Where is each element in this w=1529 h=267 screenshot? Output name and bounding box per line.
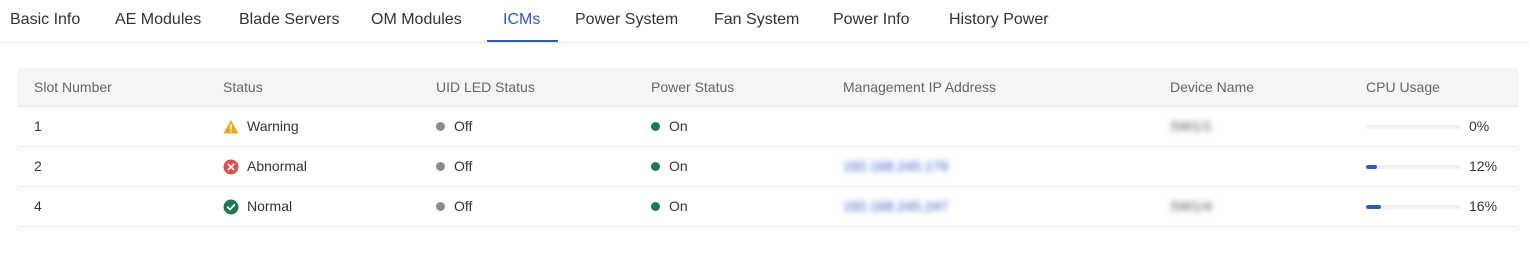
status-text: Normal [247, 198, 293, 214]
status-text: Warning [247, 118, 299, 134]
tab-om-modules[interactable]: OM Modules [371, 0, 462, 42]
uid-led-text: Off [454, 158, 473, 174]
cpu-usage-cell: 0% [1366, 107, 1489, 146]
tab-icms[interactable]: ICMs [503, 0, 540, 42]
column-header-status[interactable]: Status [223, 68, 263, 106]
cpu-usage-fill [1366, 204, 1382, 209]
uid-led-text: Off [454, 198, 473, 214]
cpu-usage-bar [1366, 204, 1461, 209]
led-off-dot-icon [436, 122, 445, 131]
power-status-text: On [669, 118, 688, 134]
cpu-usage-text: 12% [1469, 158, 1498, 174]
power-on-dot-icon [651, 202, 660, 211]
status-cell: Warning [223, 107, 299, 146]
uid-led-text: Off [454, 118, 473, 134]
power-on-dot-icon [651, 122, 660, 131]
cpu-usage-text: 0% [1469, 118, 1490, 134]
status-cell: Abnormal [223, 147, 307, 186]
uid-led-cell: Off [436, 107, 472, 146]
table-row[interactable]: 4 Normal Off On 192.168.245.247 SW1/4 16… [18, 187, 1518, 227]
status-cell: Normal [223, 187, 292, 226]
tab-power-system[interactable]: Power System [575, 0, 678, 42]
slot-number: 1 [34, 118, 42, 134]
cpu-usage-cell: 16% [1366, 187, 1497, 226]
led-off-dot-icon [436, 202, 445, 211]
power-on-dot-icon [651, 162, 660, 171]
icm-table: Slot Number Status UID LED Status Power … [18, 68, 1518, 227]
tab-ae-modules[interactable]: AE Modules [115, 0, 201, 42]
management-ip-link[interactable]: 192.168.245.179 [843, 147, 948, 186]
column-header-power-status[interactable]: Power Status [651, 68, 734, 106]
column-header-slot-number[interactable]: Slot Number [34, 68, 112, 106]
uid-led-cell: Off [436, 147, 472, 186]
status-text: Abnormal [247, 158, 307, 174]
active-tab-indicator [487, 40, 558, 42]
cpu-usage-bar [1366, 124, 1461, 129]
device-name: SW1/1 [1170, 118, 1213, 134]
cpu-usage-cell: 12% [1366, 147, 1497, 186]
slot-number: 2 [34, 158, 42, 174]
error-icon [223, 159, 239, 174]
tab-history-power[interactable]: History Power [949, 0, 1049, 42]
tab-power-info[interactable]: Power Info [833, 0, 909, 42]
tab-fan-system[interactable]: Fan System [714, 0, 799, 42]
tab-bar: Basic Info AE Modules Blade Servers OM M… [0, 0, 1529, 43]
power-status-cell: On [651, 147, 688, 186]
power-status-cell: On [651, 107, 688, 146]
management-ip-link[interactable]: 192.168.245.247 [843, 187, 948, 226]
cpu-usage-text: 16% [1469, 198, 1498, 214]
power-status-cell: On [651, 187, 688, 226]
power-status-text: On [669, 198, 688, 214]
cpu-usage-bar [1366, 164, 1461, 169]
led-off-dot-icon [436, 162, 445, 171]
column-header-management-ip[interactable]: Management IP Address [843, 68, 996, 106]
check-icon [223, 199, 239, 214]
table-row[interactable]: 2 Abnormal Off On 192.168.245.179 12% [18, 147, 1518, 187]
cpu-usage-fill [1366, 164, 1378, 169]
tab-blade-servers[interactable]: Blade Servers [239, 0, 340, 42]
table-row[interactable]: 1 Warning Off On SW1/1 0% [18, 107, 1518, 147]
power-status-text: On [669, 158, 688, 174]
column-header-cpu-usage[interactable]: CPU Usage [1366, 68, 1440, 106]
tab-basic-info[interactable]: Basic Info [10, 0, 80, 42]
uid-led-cell: Off [436, 187, 472, 226]
slot-number: 4 [34, 198, 42, 214]
warning-icon [223, 119, 239, 133]
table-header: Slot Number Status UID LED Status Power … [18, 68, 1518, 107]
column-header-device-name[interactable]: Device Name [1170, 68, 1254, 106]
device-name: SW1/4 [1170, 198, 1213, 214]
column-header-uid-led-status[interactable]: UID LED Status [436, 68, 535, 106]
